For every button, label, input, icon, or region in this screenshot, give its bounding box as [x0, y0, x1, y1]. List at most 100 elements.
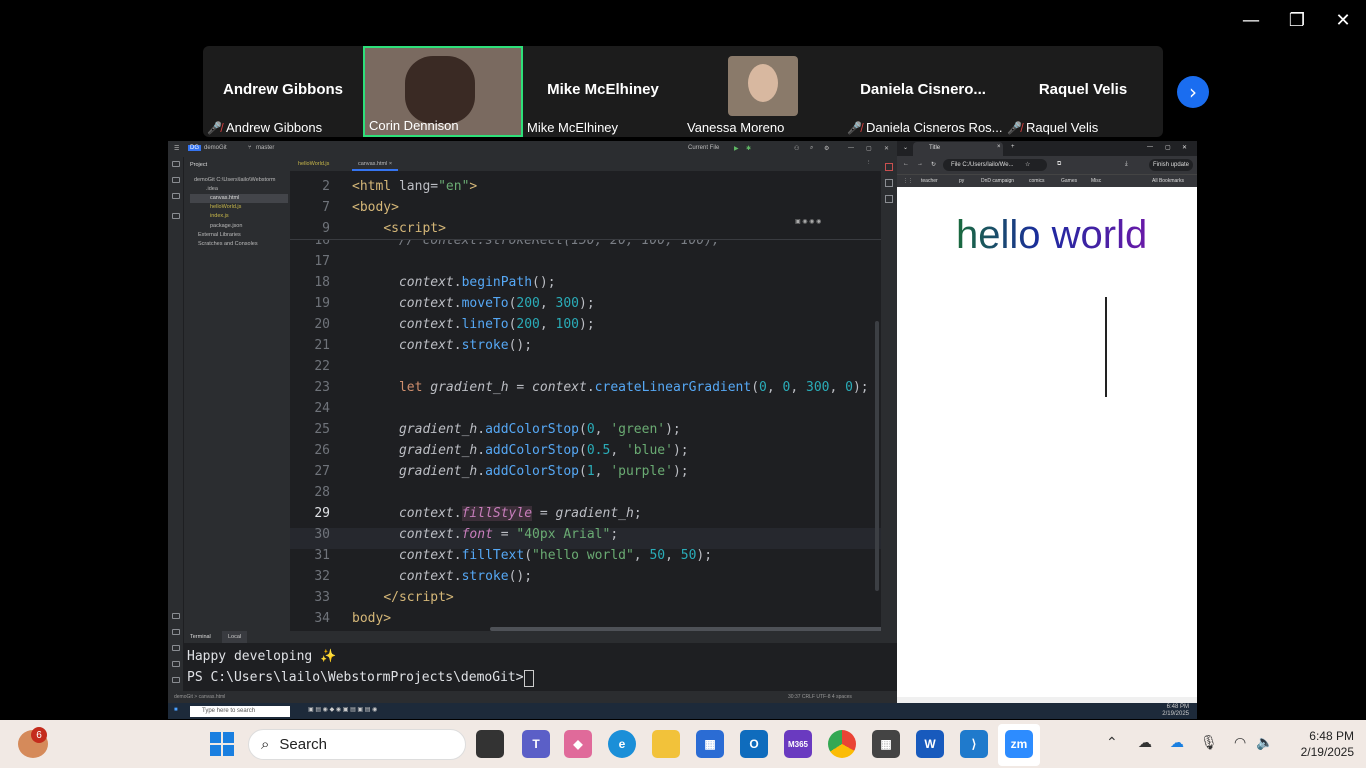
structure-icon[interactable]	[172, 213, 180, 219]
new-tab-icon[interactable]: +	[1011, 144, 1015, 150]
notifications-icon[interactable]	[885, 163, 893, 171]
outlook-icon[interactable]: O	[740, 730, 768, 758]
close-icon[interactable]: ✕	[1320, 6, 1366, 34]
tree-item-index[interactable]: index.js	[210, 213, 229, 219]
participant-tile-speaking[interactable]: Corin Dennison	[363, 46, 523, 137]
volume-icon[interactable]: 🔈	[1256, 734, 1273, 751]
finish-update-button[interactable]: Finish update	[1149, 159, 1194, 171]
start-icon[interactable]	[210, 732, 234, 756]
mic-icon[interactable]: 🎙	[1200, 734, 1218, 751]
teams-icon[interactable]: T	[522, 730, 550, 758]
participant-tile[interactable]: Daniela Cisnero... 🎤̸ Daniela Cisneros Ro…	[843, 46, 1003, 137]
forward-icon[interactable]: →	[917, 161, 923, 167]
bookmark-folder[interactable]: teacher	[921, 178, 938, 184]
branch-switcher[interactable]: master	[256, 145, 274, 151]
tree-item-helloworld[interactable]: helloWorld.js	[210, 204, 241, 210]
more-tabs-icon[interactable]: ⋮	[866, 160, 872, 166]
bookmark-folder[interactable]: comics	[1029, 178, 1045, 184]
close-icon[interactable]: ✕	[1182, 144, 1187, 151]
minimize-icon[interactable]: —	[1228, 6, 1274, 34]
bookmark-star-icon[interactable]: ☆	[1025, 161, 1030, 168]
folder-icon[interactable]	[172, 161, 180, 167]
download-icon[interactable]: ⤓	[1125, 161, 1128, 168]
tab-helloworld[interactable]: helloWorld.js	[298, 161, 329, 167]
participant-tile[interactable]: Mike McElhiney Mike McElhiney	[523, 46, 683, 137]
taskbar-apps-icon[interactable]: ▣ ▤ ◉ ◆ ◉ ▣ ▤ ▣ ▤ ◉	[308, 706, 377, 713]
git-tool-icon[interactable]	[172, 677, 180, 683]
terminal-tab[interactable]: Terminal	[190, 634, 211, 640]
participant-tile[interactable]: Vanessa Moreno	[683, 46, 843, 137]
task-view-icon[interactable]	[476, 730, 504, 758]
participant-tile[interactable]: Andrew Gibbons 🎤̸ Andrew Gibbons	[203, 46, 363, 137]
calculator-icon[interactable]: ▦	[872, 730, 900, 758]
address-bar[interactable]: File C:/Users/lailo/We...	[943, 159, 1047, 171]
onedrive-icon[interactable]: ☁	[1170, 734, 1184, 751]
vscode-icon[interactable]: ⟩	[960, 730, 988, 758]
profile-icon[interactable]: ⚇	[794, 145, 799, 152]
start-icon[interactable]: ■	[174, 707, 178, 713]
search-icon[interactable]: ⌕	[810, 145, 813, 152]
project-switcher[interactable]: demoGit	[204, 145, 227, 151]
file-explorer-icon[interactable]	[652, 730, 680, 758]
bookmark-folder[interactable]: DnD campaign	[981, 178, 1014, 184]
plugins-icon[interactable]	[172, 177, 180, 183]
terminal-icon[interactable]	[172, 645, 180, 651]
minimize-icon[interactable]: —	[848, 145, 854, 151]
bookmark-folder[interactable]: Misc	[1091, 178, 1101, 184]
run-config-select[interactable]: Current File	[688, 145, 719, 151]
zoom-icon[interactable]: zm	[1005, 730, 1033, 758]
bookmark-folder[interactable]: py	[959, 178, 964, 184]
back-icon[interactable]: ←	[903, 161, 909, 167]
terminal-local-tab[interactable]: Local	[222, 631, 248, 643]
debug-icon[interactable]: ✱	[746, 145, 751, 152]
maximize-icon[interactable]: ▢	[866, 145, 872, 152]
close-icon[interactable]: ✕	[884, 145, 889, 152]
vertical-scrollbar[interactable]	[875, 321, 879, 591]
ai-assistant-icon[interactable]	[885, 179, 893, 187]
services-icon[interactable]	[172, 613, 180, 619]
store-icon[interactable]: ▦	[696, 730, 724, 758]
close-tab-icon[interactable]: ×	[997, 144, 1001, 150]
tree-item-idea[interactable]: .idea	[206, 186, 218, 192]
browser-preview-icons[interactable]: ▣ ◉ ◉ ◉	[795, 218, 821, 225]
restore-icon[interactable]: ❐	[1274, 6, 1320, 34]
git-icon[interactable]	[172, 193, 180, 199]
maximize-icon[interactable]: ▢	[1165, 144, 1171, 151]
remote-search-box[interactable]: Type here to search	[190, 706, 290, 717]
system-clock[interactable]: 6:48 PM 2/19/2025	[1301, 728, 1354, 760]
chrome-icon[interactable]	[828, 730, 856, 758]
run-icon[interactable]: ▶	[734, 145, 739, 152]
problems-icon[interactable]	[172, 661, 180, 667]
database-icon[interactable]	[885, 195, 893, 203]
run-tool-icon[interactable]	[172, 629, 180, 635]
copilot-icon[interactable]: ◆	[564, 730, 592, 758]
edge-icon[interactable]: e	[608, 730, 636, 758]
status-breadcrumb[interactable]: demoGit > canvas.html	[174, 694, 225, 700]
status-info[interactable]: 30:37 CRLF UTF-8 4 spaces	[788, 694, 852, 700]
bookmark-folder[interactable]: Games	[1061, 178, 1077, 184]
settings-icon[interactable]: ⚙	[824, 145, 829, 152]
tree-item-package[interactable]: package.json	[210, 223, 242, 229]
participant-tile[interactable]: Raquel Velis 🎤̸ Raquel Velis	[1003, 46, 1163, 137]
m365-icon[interactable]: M365	[784, 730, 812, 758]
taskbar-search[interactable]: ⌕ Search	[248, 729, 466, 760]
extensions-icon[interactable]: ⧉	[1057, 161, 1061, 168]
apps-icon[interactable]: ⋮⋮	[903, 178, 913, 184]
tree-item-root[interactable]: demoGit C:\Users\lailo\Webstorm	[194, 177, 276, 183]
tab-search-icon[interactable]: ⌄	[903, 144, 908, 151]
tab-canvas[interactable]: canvas.html ×	[352, 157, 399, 171]
word-icon[interactable]: W	[916, 730, 944, 758]
tree-item-canvas[interactable]: canvas.html	[210, 195, 239, 201]
tree-item-libraries[interactable]: External Libraries	[198, 232, 241, 238]
code-editor[interactable]: 279 <html lang="en"> <body> <script> 16 1…	[290, 171, 881, 631]
cloud-icon[interactable]: ☁	[1138, 734, 1152, 751]
wifi-icon[interactable]: ◠	[1234, 734, 1246, 751]
all-bookmarks[interactable]: All Bookmarks	[1152, 178, 1184, 184]
menu-icon[interactable]: ☰	[174, 145, 179, 152]
browser-tab[interactable]: Title	[913, 142, 1003, 156]
tree-item-scratches[interactable]: Scratches and Consoles	[198, 241, 258, 247]
chevron-up-icon[interactable]: ⌃	[1106, 734, 1118, 751]
next-page-arrow-icon[interactable]: ›	[1177, 76, 1209, 108]
minimize-icon[interactable]: —	[1147, 144, 1153, 150]
reload-icon[interactable]: ↻	[931, 161, 936, 168]
